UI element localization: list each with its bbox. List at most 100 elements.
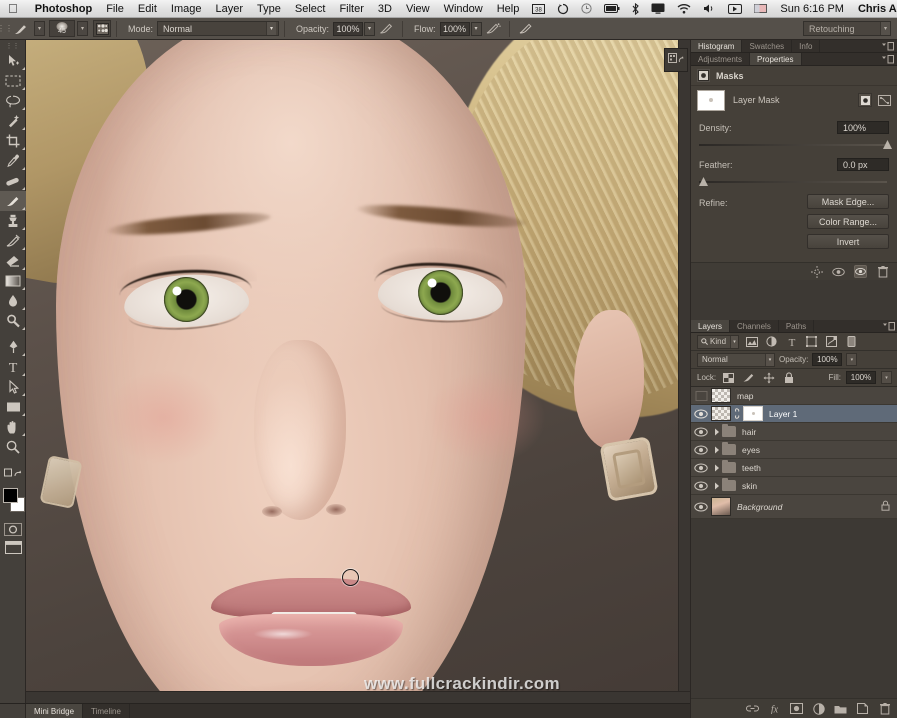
crop-tool[interactable] (0, 131, 26, 151)
menu-item-view[interactable]: View (399, 0, 437, 18)
layer-blend-mode-select[interactable]: Normal ▾ (697, 352, 775, 367)
horizontal-type-tool[interactable]: T (0, 357, 26, 377)
brush-preset-picker-arrow[interactable]: ▾ (34, 21, 45, 36)
layer-visibility-toggle-eyes[interactable] (691, 441, 711, 459)
document-canvas[interactable]: www.fullcrackindir.com (26, 40, 690, 703)
apple-menu-icon[interactable]:  (8, 2, 18, 15)
new-layer-icon[interactable] (856, 702, 869, 715)
new-group-icon[interactable] (834, 702, 847, 715)
menu-item-filter[interactable]: Filter (332, 0, 370, 18)
dodge-tool[interactable] (0, 311, 26, 331)
menu-item-edit[interactable]: Edit (131, 0, 164, 18)
layer-name-background[interactable]: Background (731, 502, 782, 512)
eyedropper-tool[interactable] (0, 151, 26, 171)
table-row[interactable]: eyes (691, 441, 897, 459)
layer-visibility-toggle-skin[interactable] (691, 477, 711, 495)
chevron-down-icon[interactable]: ▾ (266, 22, 277, 35)
lock-image-icon[interactable] (741, 370, 756, 385)
menubar-clock[interactable]: Sun 6:16 PM (773, 0, 851, 18)
menu-item-type[interactable]: Type (250, 0, 288, 18)
smart-object-filter-icon[interactable] (824, 334, 839, 349)
bluetooth-icon[interactable] (626, 2, 645, 15)
canvas-vertical-scrollbar[interactable] (678, 40, 690, 703)
load-selection-icon[interactable] (810, 265, 823, 278)
layer-name-teeth[interactable]: teeth (736, 463, 761, 473)
layer-name-layer1[interactable]: Layer 1 (763, 409, 797, 419)
move-tool[interactable] (0, 51, 26, 71)
tab-channels[interactable]: Channels (730, 320, 779, 332)
lock-all-icon[interactable] (781, 370, 796, 385)
brush-panel-icon[interactable] (93, 20, 111, 37)
properties-panel-menu-icon[interactable] (882, 55, 894, 64)
pixel-mask-button-icon[interactable] (858, 93, 872, 107)
hand-tool[interactable] (0, 417, 26, 437)
quick-mask-icon[interactable] (0, 520, 26, 538)
layer-thumbnail-layer1[interactable] (711, 406, 731, 421)
eraser-tool[interactable] (0, 251, 26, 271)
tablet-pressure-icon[interactable] (517, 20, 535, 38)
tab-swatches[interactable]: Swatches (742, 40, 793, 52)
tab-mini-bridge[interactable]: Mini Bridge (26, 704, 84, 718)
delete-mask-icon[interactable] (876, 265, 889, 278)
layer-visibility-toggle-teeth[interactable] (691, 459, 711, 477)
table-row[interactable]: Layer 1 (691, 405, 897, 423)
table-row[interactable]: teeth (691, 459, 897, 477)
flow-input[interactable]: 100% (439, 21, 470, 36)
toggle-mask-icon[interactable] (854, 265, 867, 278)
layer-opacity-value[interactable]: 100% (812, 353, 843, 366)
edit-toolbar-icon[interactable] (0, 463, 26, 483)
airbrush-icon[interactable] (484, 20, 502, 38)
new-adjustment-layer-icon[interactable] (812, 702, 825, 715)
wifi-icon[interactable] (671, 3, 697, 14)
brush-size-preview[interactable]: 45 (49, 20, 75, 37)
layer-filter-kind-select[interactable]: Kind ▾ (697, 334, 739, 349)
pixel-filter-icon[interactable] (744, 334, 759, 349)
layer-mask-thumbnail[interactable] (697, 89, 725, 111)
type-filter-icon[interactable]: T (784, 334, 799, 349)
invert-button[interactable]: Invert (807, 234, 889, 249)
workspace-select[interactable]: Retouching ▾ (803, 21, 891, 36)
tab-histogram[interactable]: Histogram (691, 40, 743, 52)
opacity-input[interactable]: 100% (333, 21, 364, 36)
kind-chevron-icon[interactable]: ▾ (730, 335, 738, 348)
mask-edge-button[interactable]: Mask Edge... (807, 194, 889, 209)
blend-mode-chevron-icon[interactable]: ▾ (765, 353, 774, 366)
brush-tool[interactable] (0, 191, 26, 211)
table-row[interactable]: Background (691, 495, 897, 519)
menu-item-window[interactable]: Window (437, 0, 490, 18)
brush-preset-dropdown[interactable]: ▾ (77, 21, 88, 36)
rectangle-tool[interactable] (0, 397, 26, 417)
menu-item-file[interactable]: File (99, 0, 131, 18)
battery-icon[interactable] (598, 4, 626, 13)
pen-tool[interactable] (0, 337, 26, 357)
toolbar-grip[interactable]: ⋮⋮ (0, 40, 25, 51)
layer-mask-thumbnail-layer1[interactable] (743, 406, 763, 421)
density-slider[interactable] (699, 139, 892, 151)
lock-transparency-icon[interactable] (721, 370, 736, 385)
spot-healing-brush-tool[interactable] (0, 171, 26, 191)
input-source-icon[interactable]: 38 (526, 3, 551, 14)
rectangular-marquee-tool[interactable] (0, 71, 26, 91)
panel-menu-icon[interactable] (882, 42, 894, 51)
tab-timeline[interactable]: Timeline (83, 704, 130, 718)
lasso-tool[interactable] (0, 91, 26, 111)
brush-tool-icon[interactable] (12, 20, 30, 38)
layer-visibility-toggle-layer1[interactable] (691, 405, 711, 423)
menu-item-3d[interactable]: 3D (371, 0, 399, 18)
feather-value[interactable]: 0.0 px (837, 158, 889, 171)
display-icon[interactable] (645, 3, 671, 14)
screen-mode-icon[interactable] (0, 538, 26, 556)
layer-thumbnail-background[interactable] (711, 497, 731, 516)
menu-item-image[interactable]: Image (164, 0, 209, 18)
mask-link-icon[interactable] (731, 408, 743, 419)
options-bar-grip[interactable]: ⋮⋮ (0, 18, 13, 40)
zoom-tool[interactable] (0, 437, 26, 457)
history-brush-tool[interactable] (0, 231, 26, 251)
layer-name-hair[interactable]: hair (736, 427, 756, 437)
link-layers-icon[interactable] (746, 702, 759, 715)
group-disclosure-triangle-skin[interactable] (711, 482, 722, 490)
fill-stepper[interactable]: ▾ (881, 371, 892, 384)
layer-name-eyes[interactable]: eyes (736, 445, 760, 455)
canvas-floating-widget[interactable] (664, 48, 688, 72)
table-row[interactable]: map (691, 387, 897, 405)
